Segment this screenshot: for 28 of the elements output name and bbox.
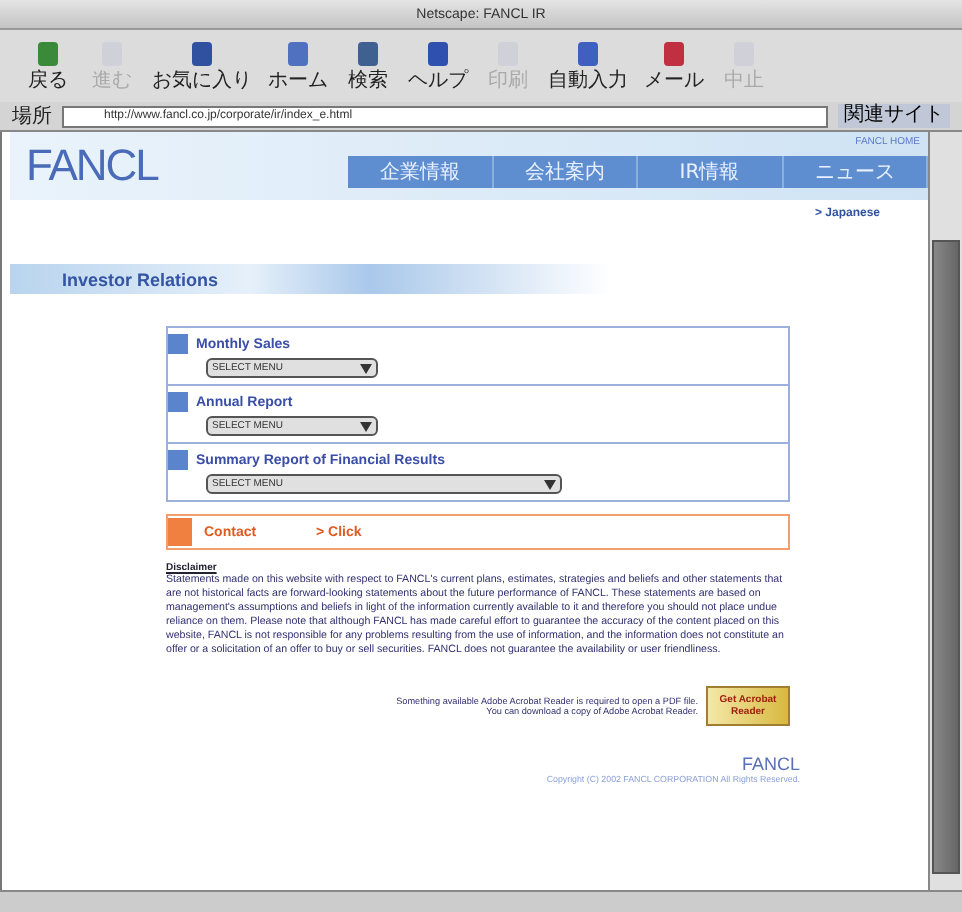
footer-logo: FANCL <box>741 754 800 774</box>
toolbar-icon <box>354 40 382 68</box>
toolbar-icon <box>34 40 62 68</box>
dropdown-arrow-icon <box>544 477 556 491</box>
dropdown-arrow-icon <box>360 419 372 433</box>
dropdown-arrow-icon <box>360 361 372 375</box>
toolbar-button[interactable]: ヘルプ <box>408 40 468 92</box>
toolbar-icon <box>574 40 602 68</box>
toolbar-icon <box>188 40 216 68</box>
toolbar-icon <box>424 40 452 68</box>
toolbar-button[interactable]: お気に入り <box>152 40 252 92</box>
bullet-icon <box>168 334 188 354</box>
section-title: Investor Relations <box>60 269 219 289</box>
bullet-icon <box>168 392 188 412</box>
bullet-icon <box>168 518 192 546</box>
related-sites-button[interactable]: 関連サイト <box>838 104 950 128</box>
fancl-logo: FANCL <box>24 138 161 194</box>
scrollbar[interactable] <box>928 132 962 890</box>
toolbar-icon <box>284 40 312 68</box>
address-label: 場所 <box>12 103 52 130</box>
toolbar-button[interactable]: ホーム <box>268 40 328 92</box>
scroll-thumb[interactable] <box>932 240 960 874</box>
toolbar-button[interactable]: メール <box>644 40 704 92</box>
toolbar-icon <box>660 40 688 68</box>
toolbar-button[interactable]: 検索 <box>344 40 392 92</box>
toolbar-button[interactable]: 自動入力 <box>548 40 628 92</box>
bullet-icon <box>168 450 188 470</box>
toolbar-button[interactable]: 戻る <box>24 40 72 92</box>
